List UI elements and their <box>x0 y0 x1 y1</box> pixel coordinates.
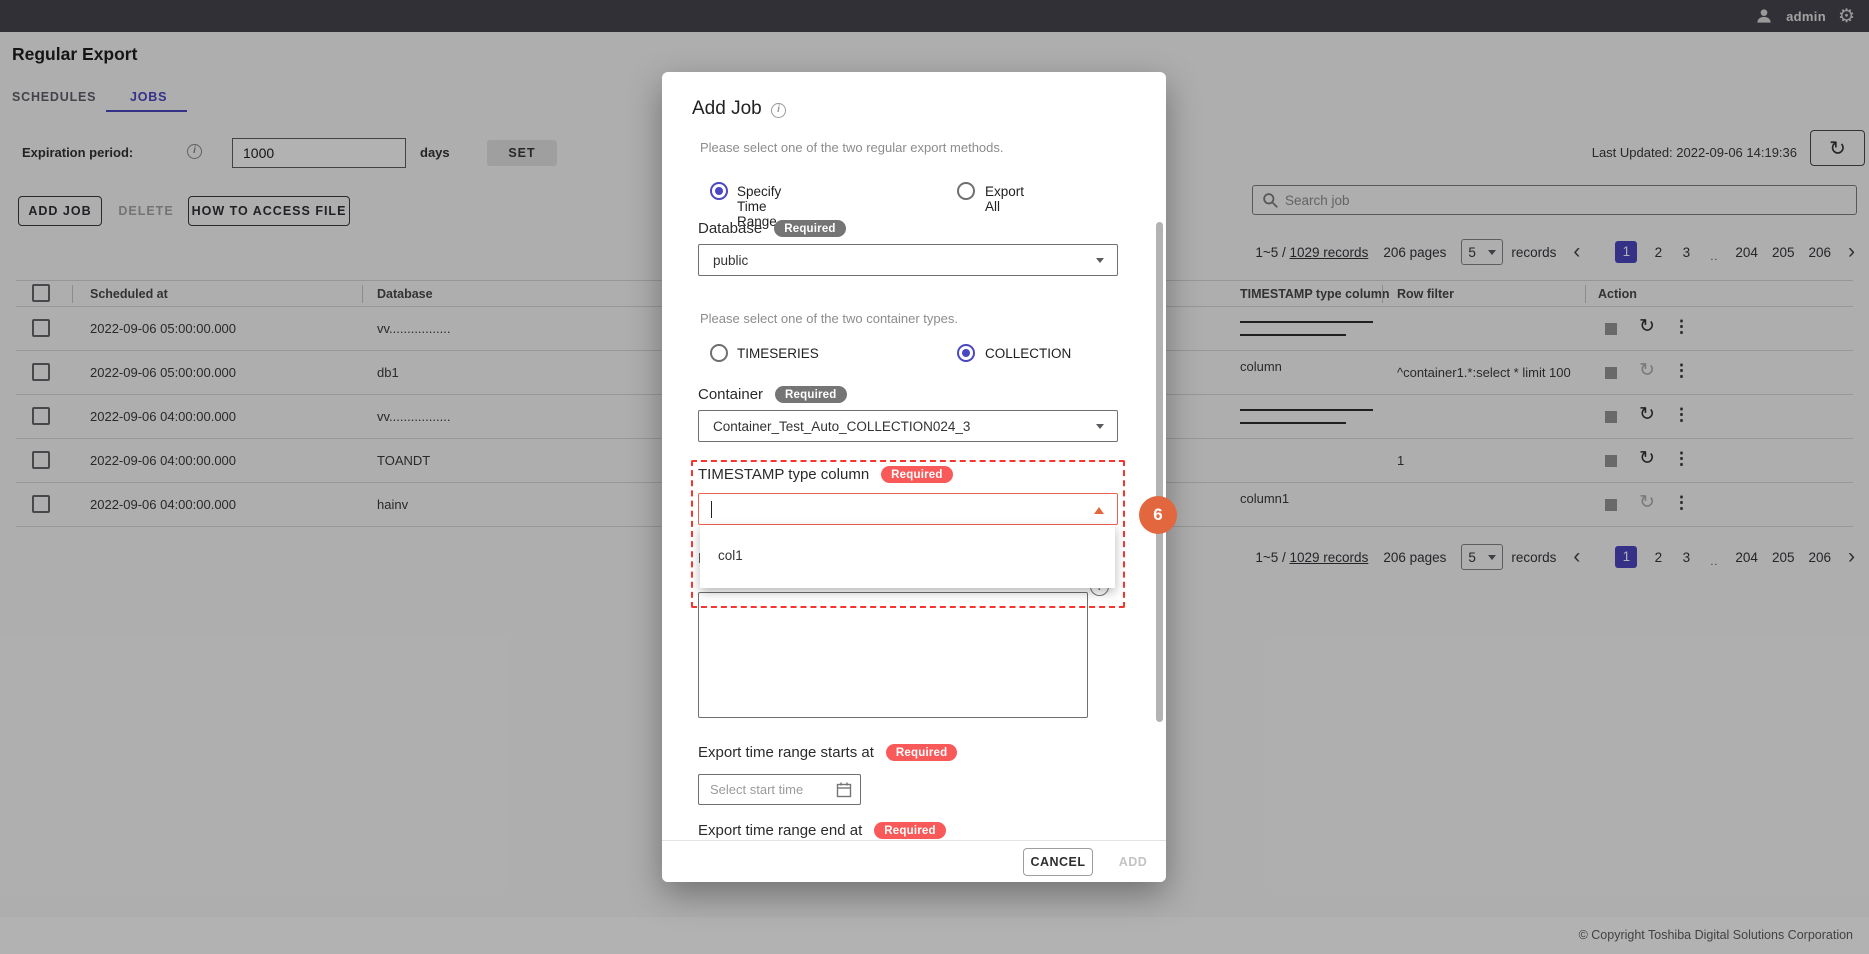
text-cursor <box>711 501 712 518</box>
required-badge: Required <box>775 386 846 403</box>
container-select[interactable]: Container_Test_Auto_COLLECTION024_3 <box>698 410 1118 442</box>
cancel-button[interactable]: CANCEL <box>1023 848 1093 876</box>
timestamp-options-dropdown: col1 <box>700 525 1115 588</box>
end-time-label: Export time range end at Required <box>698 822 946 839</box>
modal-scrollbar[interactable] <box>1156 222 1163 722</box>
chevron-down-icon <box>1096 424 1104 429</box>
timestamp-column-label: TIMESTAMP type column Required <box>698 466 953 483</box>
database-select[interactable]: public <box>698 244 1118 276</box>
dialog-body: Add Job i Please select one of the two r… <box>662 72 1166 840</box>
radio-timeseries[interactable] <box>710 344 728 362</box>
start-time-label: Export time range starts at Required <box>698 744 957 761</box>
dialog-footer: CANCEL ADD <box>662 840 1166 882</box>
radio-label[interactable]: Export All <box>985 184 1024 214</box>
required-badge: Required <box>881 466 952 483</box>
database-value: public <box>713 253 748 268</box>
dialog-title: Add Job <box>692 98 762 120</box>
dropdown-option-col1[interactable]: col1 <box>718 548 743 563</box>
start-time-input[interactable] <box>698 774 861 805</box>
add-job-dialog: Add Job i Please select one of the two r… <box>662 72 1166 882</box>
radio-specify-time-range[interactable] <box>710 182 728 200</box>
annotation-step-badge: 6 <box>1139 496 1177 534</box>
row-filter-textarea[interactable] <box>698 592 1088 718</box>
info-icon[interactable]: i <box>771 103 786 118</box>
required-badge: Required <box>774 220 845 237</box>
database-label: Database Required <box>698 220 846 237</box>
container-label: Container Required <box>698 386 847 403</box>
radio-label[interactable]: TIMESERIES <box>737 346 819 361</box>
radio-label[interactable]: COLLECTION <box>985 346 1071 361</box>
export-method-hint: Please select one of the two regular exp… <box>700 140 1004 155</box>
required-badge: Required <box>874 822 945 839</box>
radio-collection[interactable] <box>957 344 975 362</box>
required-badge: Required <box>886 744 957 761</box>
chevron-down-icon <box>1096 258 1104 263</box>
container-type-hint: Please select one of the two container t… <box>700 311 958 326</box>
timestamp-column-combobox[interactable] <box>698 493 1118 525</box>
radio-export-all[interactable] <box>957 182 975 200</box>
container-value: Container_Test_Auto_COLLECTION024_3 <box>713 419 970 434</box>
chevron-up-icon <box>1094 507 1104 514</box>
add-button[interactable]: ADD <box>1108 848 1158 876</box>
